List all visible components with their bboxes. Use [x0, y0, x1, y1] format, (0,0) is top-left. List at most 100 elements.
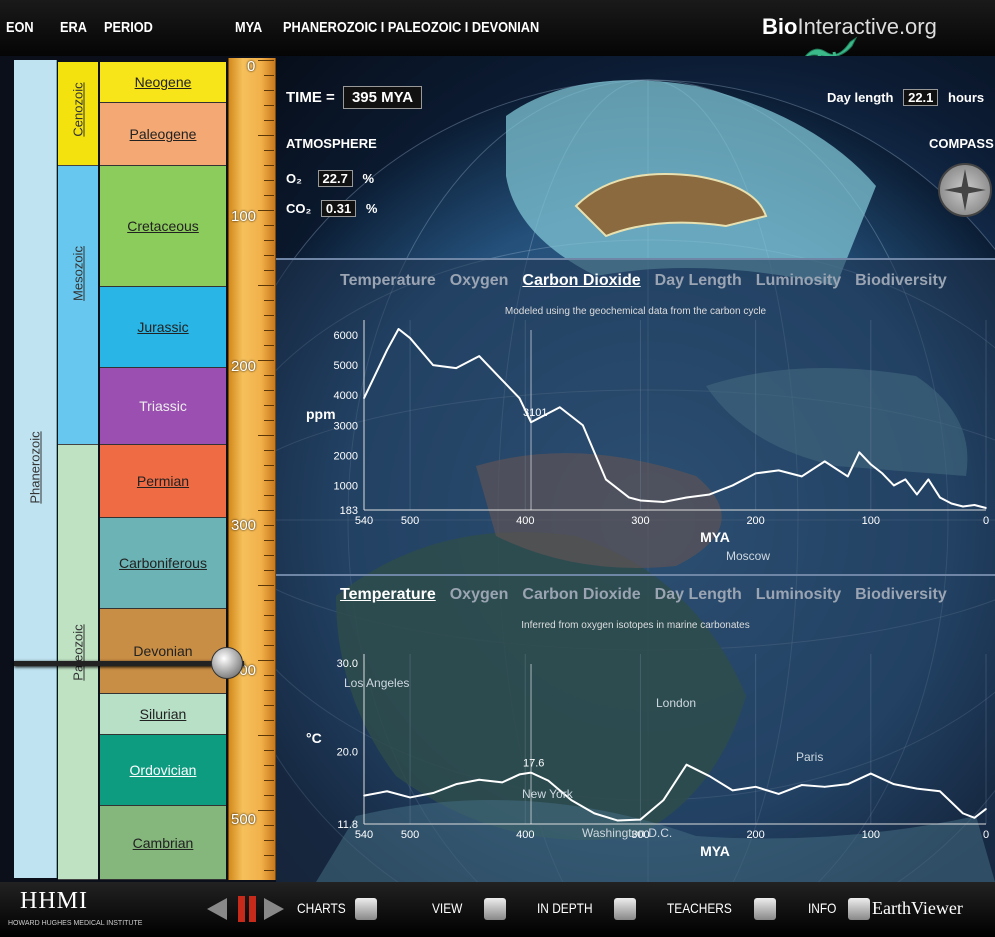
- data-point: [870, 463, 872, 466]
- step-forward-icon[interactable]: [262, 896, 286, 922]
- y-tick-label: 4000: [334, 390, 358, 402]
- data-point: [455, 367, 457, 369]
- x-tick-label: 100: [862, 515, 880, 527]
- data-point: [501, 781, 504, 784]
- ruler-tick: [264, 105, 274, 106]
- footer-bar: HHMI HOWARD HUGHES MEDICAL INSTITUTE CHA…: [0, 882, 995, 937]
- view-button[interactable]: VIEW: [432, 900, 462, 916]
- era-label: Cenozoic: [70, 82, 86, 137]
- app-name: EarthViewer: [872, 898, 963, 918]
- ruler-tick: [264, 765, 274, 766]
- mya-ruler[interactable]: [228, 58, 276, 880]
- period-neogene[interactable]: Neogene: [100, 62, 226, 103]
- in-depth-button[interactable]: IN DEPTH: [537, 900, 593, 916]
- data-point: [662, 799, 665, 801]
- data-point: [628, 496, 630, 499]
- data-point: [708, 493, 711, 496]
- period-permian[interactable]: Permian: [100, 445, 226, 518]
- ruler-tick: [264, 840, 274, 841]
- era-cenozoic[interactable]: Cenozoic: [58, 62, 98, 166]
- charts-icon[interactable]: [355, 898, 377, 920]
- ruler-label: 100: [231, 208, 257, 225]
- period-triassic[interactable]: Triassic: [100, 368, 226, 445]
- pause-icon[interactable]: [236, 894, 258, 924]
- ruler-tick: [264, 195, 274, 196]
- map-label: Washington D.C.: [582, 826, 673, 840]
- data-point: [685, 496, 688, 499]
- data-point: [858, 451, 861, 454]
- info-icon[interactable]: [848, 898, 870, 920]
- period-ordovician[interactable]: Ordovician: [100, 735, 226, 806]
- ruler-tick: [264, 825, 274, 826]
- time-indicator-line: [14, 661, 244, 666]
- ruler-tick: [258, 735, 274, 736]
- data-point: [916, 493, 918, 496]
- y-tick-label: 6000: [334, 330, 358, 342]
- atmosphere-heading: ATMOSPHERE: [286, 136, 377, 151]
- step-back-icon[interactable]: [205, 896, 229, 922]
- data-point: [530, 771, 532, 774]
- data-point: [962, 505, 964, 508]
- globe-view[interactable]: TIME = 395 MYA Day length 22.1 hours ATM…: [276, 56, 995, 882]
- data-point: [800, 784, 803, 786]
- ruler-tick: [264, 780, 274, 781]
- data-point: [754, 786, 757, 788]
- layers-icon[interactable]: [484, 898, 506, 920]
- ruler-tick: [258, 660, 274, 661]
- ruler-tick: [264, 315, 274, 316]
- data-point: [616, 819, 619, 822]
- charts-button[interactable]: CHARTS: [297, 900, 346, 916]
- ruler-label: 300: [231, 517, 257, 534]
- ruler-tick: [258, 360, 274, 361]
- ruler-tick: [258, 210, 274, 211]
- eon-phanerozoic[interactable]: Phanerozoic: [14, 60, 57, 878]
- data-point: [559, 406, 561, 409]
- period-jurassic[interactable]: Jurassic: [100, 287, 226, 368]
- data-point: [501, 379, 504, 381]
- data-point: [685, 763, 688, 766]
- data-point: [639, 499, 642, 502]
- period-devonian[interactable]: Devonian: [100, 609, 226, 694]
- co2-chart[interactable]: 540 500 400 300 200 100 0600050004000300020001…: [276, 260, 995, 576]
- y-tick-label: 11.8: [337, 819, 358, 831]
- period-carboniferous[interactable]: Carboniferous: [100, 518, 226, 609]
- data-point: [823, 786, 826, 788]
- ruler-tick: [264, 165, 274, 166]
- period-cretaceous[interactable]: Cretaceous: [100, 166, 226, 287]
- x-axis-label: MYA: [700, 843, 730, 859]
- ruler-tick: [264, 345, 274, 346]
- ruler-tick: [264, 555, 274, 556]
- ruler-tick: [264, 675, 274, 676]
- time-slider-handle[interactable]: [211, 647, 243, 679]
- arrow-down-icon[interactable]: [614, 898, 636, 920]
- graduation-cap-icon[interactable]: [754, 898, 776, 920]
- y-tick-label: 3000: [334, 420, 358, 432]
- period-paleogene[interactable]: Paleogene: [100, 103, 226, 166]
- hhmi-logo[interactable]: HHMI: [20, 888, 88, 915]
- map-label: Los Angeles: [344, 676, 410, 690]
- compass-icon[interactable]: [938, 163, 992, 217]
- earthviewer-app: EON ERA PERIOD MYA PHANEROZOIC I PALEOZO…: [0, 0, 995, 937]
- period-silurian[interactable]: Silurian: [100, 694, 226, 735]
- data-point: [731, 789, 734, 792]
- period-cambrian[interactable]: Cambrian: [100, 806, 226, 880]
- data-point: [432, 364, 434, 366]
- ruler-label: 500: [231, 811, 257, 828]
- data-point: [985, 808, 987, 810]
- ruler-tick: [264, 795, 274, 796]
- data-point: [777, 469, 780, 472]
- ruler-tick: [264, 855, 274, 856]
- ruler-tick: [264, 375, 274, 376]
- data-point: [518, 397, 521, 400]
- data-point: [731, 484, 734, 487]
- era-mesozoic[interactable]: Mesozoic: [58, 166, 98, 445]
- y-tick-label: 5000: [334, 360, 358, 372]
- data-point: [593, 812, 596, 815]
- teachers-button[interactable]: TEACHERS: [667, 900, 732, 916]
- data-point: [518, 773, 521, 776]
- data-point: [455, 783, 457, 785]
- info-button[interactable]: INFO: [808, 900, 836, 916]
- ruler-tick: [264, 465, 274, 466]
- data-point: [547, 779, 550, 782]
- series-line: [363, 763, 987, 822]
